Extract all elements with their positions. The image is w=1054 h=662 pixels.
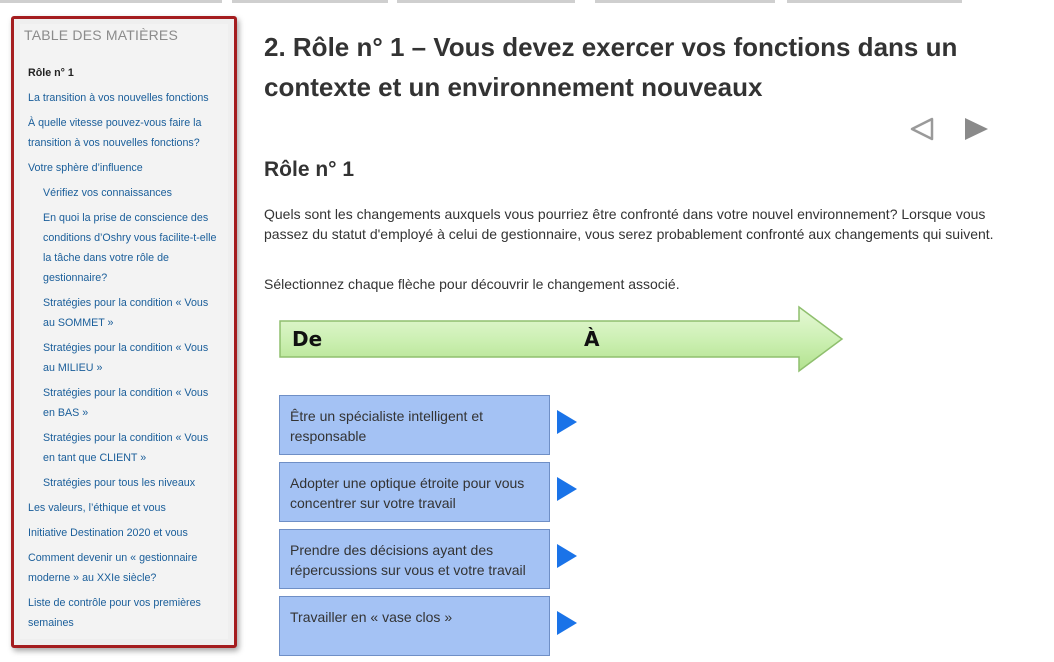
- section-title: Rôle n° 1: [264, 158, 355, 181]
- toc-item[interactable]: Les valeurs, l’éthique et vous: [28, 498, 218, 518]
- toc-subitem[interactable]: Stratégies pour la condition « Vous en B…: [28, 383, 218, 423]
- change-item[interactable]: Travailler en « vase clos »: [279, 596, 550, 656]
- change-item[interactable]: Prendre des décisions ayant des répercus…: [279, 529, 550, 589]
- toc-item[interactable]: Rôle n° 1: [28, 63, 218, 83]
- next-page-icon[interactable]: [962, 116, 990, 142]
- previous-page-icon[interactable]: [908, 116, 936, 142]
- reveal-change-arrow-icon[interactable]: [556, 476, 578, 502]
- arrow-to-label: À: [584, 327, 600, 351]
- toc-item[interactable]: Votre sphère d’influence: [28, 158, 218, 178]
- toc-item[interactable]: Liste de contrôle pour vos premières sem…: [28, 593, 218, 633]
- toc-item[interactable]: Initiative Destination 2020 et vous: [28, 523, 218, 543]
- change-item[interactable]: Être un spécialiste intelligent et respo…: [279, 395, 550, 455]
- toc-subitem[interactable]: Vérifiez vos connaissances: [28, 183, 218, 203]
- toc-subitem[interactable]: Stratégies pour la condition « Vous au M…: [28, 338, 218, 378]
- instruction-text: Sélectionnez chaque flèche pour découvri…: [264, 276, 680, 292]
- page-title: 2. Rôle n° 1 – Vous devez exercer vos fo…: [264, 32, 958, 102]
- reveal-change-arrow-icon[interactable]: [556, 543, 578, 569]
- toc-title: TABLE DES MATIÈRES: [24, 27, 179, 43]
- reveal-change-arrow-icon[interactable]: [556, 409, 578, 435]
- top-strip: [0, 0, 1054, 3]
- table-of-contents-panel: TABLE DES MATIÈRES Rôle n° 1 La transitio…: [11, 16, 237, 648]
- from-to-banner-arrow: [279, 305, 844, 373]
- reveal-change-arrow-icon[interactable]: [556, 610, 578, 636]
- toc-list: Rôle n° 1 La transition à vos nouvelles f…: [28, 63, 218, 638]
- intro-paragraph: Quels sont les changements auxquels vous…: [264, 206, 994, 242]
- toc-item[interactable]: Comment devenir un « gestionnaire modern…: [28, 548, 218, 588]
- toc-subitem[interactable]: Stratégies pour la condition « Vous au S…: [28, 293, 218, 333]
- arrow-from-label: De: [292, 327, 323, 351]
- toc-item[interactable]: La transition à vos nouvelles fonctions: [28, 88, 218, 108]
- change-item[interactable]: Adopter une optique étroite pour vous co…: [279, 462, 550, 522]
- toc-item[interactable]: À quelle vitesse pouvez-vous faire la tr…: [28, 113, 218, 153]
- toc-subitem[interactable]: Stratégies pour tous les niveaux: [28, 473, 218, 493]
- toc-subitem[interactable]: Stratégies pour la condition « Vous en t…: [28, 428, 218, 468]
- toc-subitem[interactable]: En quoi la prise de conscience des condi…: [28, 208, 218, 288]
